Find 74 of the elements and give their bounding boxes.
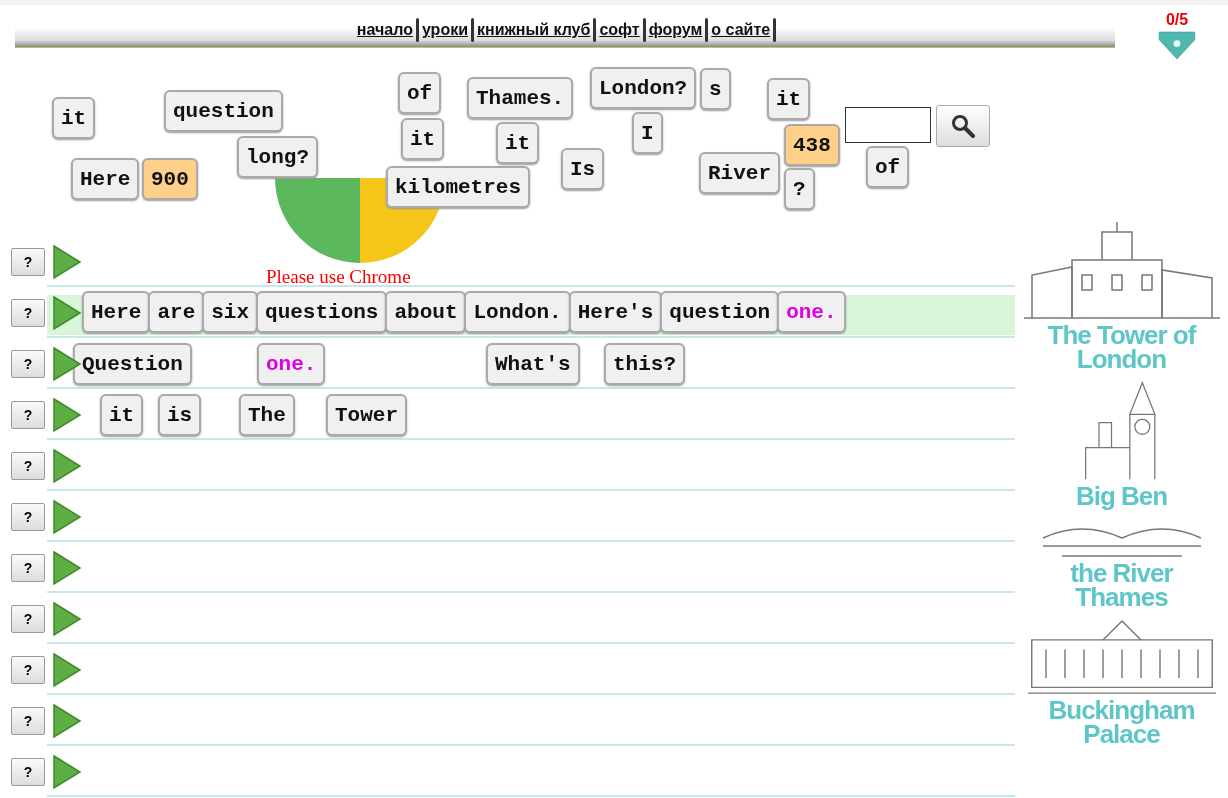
word-tile[interactable]: London. <box>464 291 571 333</box>
search-button[interactable] <box>936 105 990 147</box>
word-tile[interactable]: it <box>100 394 144 436</box>
score-counter: 0/5 <box>1165 11 1189 29</box>
word-tile[interactable]: River <box>699 152 780 194</box>
word-tile[interactable]: s <box>700 68 731 110</box>
nav-link[interactable]: софт <box>596 21 643 39</box>
landmark-caption: the River Thames <box>1069 561 1175 609</box>
play-icon[interactable] <box>52 651 82 688</box>
hint-button[interactable]: ? <box>11 298 45 327</box>
word-tile[interactable]: Here <box>82 291 151 333</box>
word-tile[interactable]: kilometres <box>386 166 531 208</box>
nav-link[interactable]: начало <box>353 21 416 39</box>
word-tile[interactable]: The <box>239 394 295 436</box>
nav-link[interactable]: книжный клуб <box>474 21 594 39</box>
hint-button[interactable]: ? <box>11 451 45 480</box>
hint-button[interactable]: ? <box>11 400 45 429</box>
play-icon[interactable] <box>52 447 82 484</box>
play-icon[interactable] <box>52 345 82 382</box>
play-icon[interactable] <box>52 753 82 790</box>
hint-button[interactable]: ? <box>11 502 45 531</box>
word-tile[interactable]: What's <box>486 343 580 385</box>
word-tile[interactable]: about <box>385 291 467 333</box>
word-tile[interactable]: it <box>401 118 445 160</box>
word-tile[interactable]: it <box>496 122 540 164</box>
landmark-caption: Buckingham Palace <box>1047 698 1196 746</box>
word-tile[interactable]: Thames. <box>467 77 574 119</box>
browser-notice: Please use Chrome <box>266 266 411 288</box>
word-tile[interactable]: I <box>632 112 663 154</box>
play-icon[interactable] <box>52 702 82 739</box>
word-tile[interactable]: question <box>660 291 780 333</box>
word-tile[interactable]: Here's <box>568 291 663 333</box>
word-tile[interactable]: ? <box>784 168 815 210</box>
word-tile[interactable]: are <box>148 291 205 333</box>
hint-button[interactable]: ? <box>11 247 45 276</box>
nav-link[interactable]: уроки <box>418 21 471 39</box>
play-icon[interactable] <box>52 600 82 637</box>
answer-lane[interactable]: it is The Tower <box>47 389 1015 440</box>
word-tile[interactable]: Question <box>73 343 192 385</box>
hint-button[interactable]: ? <box>11 604 45 633</box>
word-tile[interactable]: Here <box>71 158 140 200</box>
landmark-caption: The Tower of London <box>1046 323 1198 371</box>
play-icon[interactable] <box>52 396 82 433</box>
nav-link[interactable]: форум <box>645 21 706 39</box>
word-tile[interactable]: 438 <box>784 124 840 166</box>
word-tile[interactable]: question <box>164 90 283 132</box>
word-tile[interactable]: London? <box>590 67 697 109</box>
play-icon[interactable] <box>52 549 82 586</box>
word-tile[interactable]: it <box>52 97 96 139</box>
word-tile[interactable]: 900 <box>142 158 198 200</box>
word-tile[interactable]: of <box>866 146 910 188</box>
word-tile[interactable]: questions <box>256 291 388 333</box>
word-tile[interactable]: long? <box>237 136 318 178</box>
answer-lane[interactable]: Question one. What's this? <box>47 338 1015 389</box>
play-icon[interactable] <box>52 498 82 535</box>
word-tile[interactable]: Tower <box>326 394 407 436</box>
hint-button[interactable]: ? <box>11 757 45 786</box>
search-icon <box>951 114 975 138</box>
word-tile[interactable]: one. <box>777 291 846 333</box>
search-field[interactable] <box>845 107 931 143</box>
hint-button[interactable]: ? <box>11 655 45 684</box>
word-tile[interactable]: Is <box>561 148 605 190</box>
landmark-caption: Big Ben <box>1075 484 1168 508</box>
word-tile[interactable]: is <box>158 394 202 436</box>
hint-button[interactable]: ? <box>11 706 45 735</box>
word-tile[interactable]: six <box>202 291 259 333</box>
nav-link[interactable]: о сайте <box>708 21 774 39</box>
word-tile[interactable]: this? <box>604 343 685 385</box>
hint-button[interactable]: ? <box>11 349 45 378</box>
word-tile[interactable]: of <box>398 72 442 114</box>
word-tile[interactable]: it <box>767 78 811 120</box>
play-icon[interactable] <box>52 243 82 280</box>
hint-button[interactable]: ? <box>11 553 45 582</box>
word-tile[interactable]: one. <box>257 343 326 385</box>
